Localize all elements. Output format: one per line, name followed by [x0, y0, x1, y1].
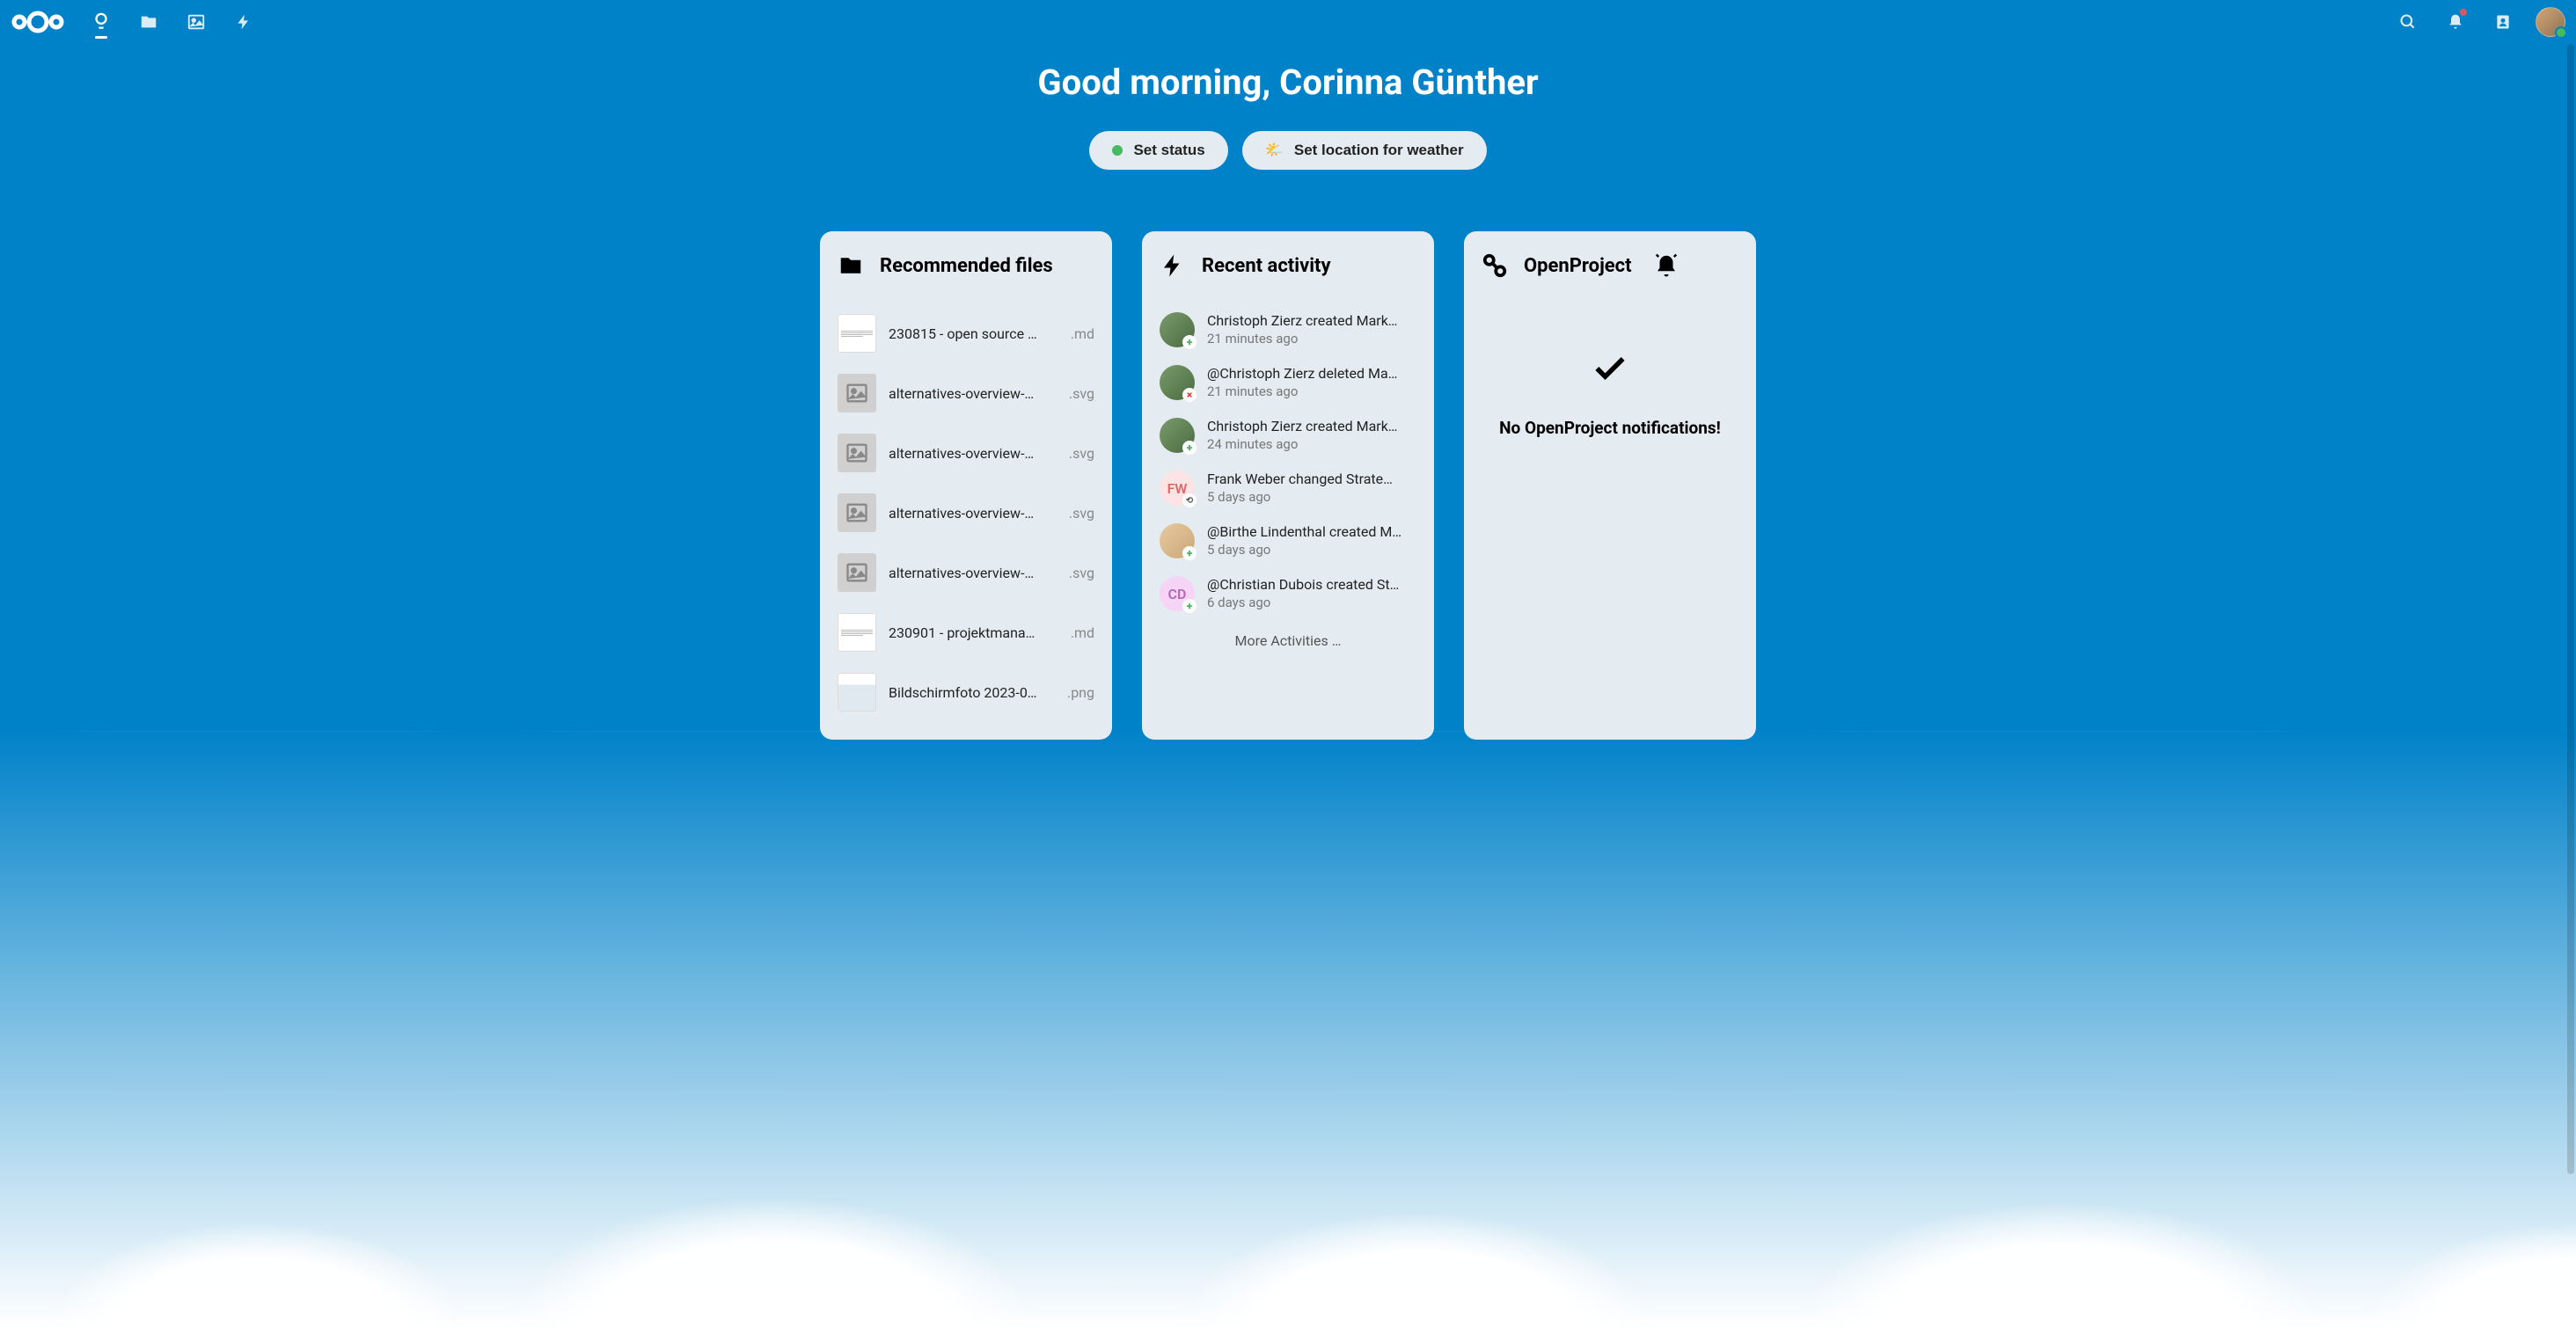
- activity-text: @Christoph Zierz deleted Ma…: [1207, 365, 1416, 382]
- file-ext: .png: [1067, 684, 1094, 701]
- dashboard: Good morning, Corinna Günther Set status…: [0, 44, 2576, 740]
- file-ext: .svg: [1069, 565, 1094, 581]
- bell-icon: [1653, 252, 1680, 279]
- doc-thumb-icon: [838, 613, 876, 652]
- file-name: alternatives-overview-…: [889, 505, 1057, 522]
- activity-icon[interactable]: [222, 0, 266, 44]
- openproject-card: OpenProject No OpenProject notifications…: [1464, 231, 1756, 740]
- activity-text: Christoph Zierz created Mark…: [1207, 312, 1416, 329]
- activity-text: @Christian Dubois created St…: [1207, 576, 1416, 593]
- activity-row[interactable]: + @Birthe Lindenthal created M… 5 days ago: [1160, 514, 1416, 567]
- greeting: Good morning, Corinna Günther: [0, 62, 2576, 103]
- files-icon[interactable]: [127, 0, 171, 44]
- activity-avatar-wrap: +: [1160, 418, 1195, 453]
- check-icon: [1591, 349, 1629, 388]
- recommended-files-card: Recommended files 230815 - open source ……: [820, 231, 1112, 740]
- file-row[interactable]: 230901 - projektmana… .md: [838, 602, 1094, 662]
- notification-badge: [2460, 9, 2467, 16]
- activity-time: 21 minutes ago: [1207, 383, 1416, 399]
- dashboard-icon[interactable]: [79, 0, 123, 44]
- image-thumb-icon: [838, 374, 876, 412]
- recent-activity-card: Recent activity + Christoph Zierz created…: [1142, 231, 1434, 740]
- activity-avatar-wrap: FW⟲: [1160, 471, 1195, 506]
- file-row[interactable]: Bildschirmfoto 2023-0… .png: [838, 662, 1094, 722]
- widgets: Recommended files 230815 - open source ……: [0, 231, 2576, 740]
- activity-text: Christoph Zierz created Mark…: [1207, 418, 1416, 434]
- weather-icon: 🌤️: [1265, 142, 1284, 159]
- file-ext: .md: [1071, 624, 1094, 641]
- file-name: alternatives-overview-…: [889, 445, 1057, 462]
- activity-row[interactable]: FW⟲ Frank Weber changed Strate… 5 days ago: [1160, 462, 1416, 514]
- activity-time: 21 minutes ago: [1207, 331, 1416, 347]
- activity-badge-add-icon: +: [1182, 599, 1197, 613]
- file-ext: .svg: [1069, 385, 1094, 402]
- image-thumb-icon: [838, 434, 876, 472]
- doc-thumb-icon: [838, 314, 876, 353]
- status-indicator-online: [2555, 26, 2567, 39]
- activity-row[interactable]: + Christoph Zierz created Mark… 21 minutes…: [1160, 303, 1416, 356]
- screenshot-thumb: [838, 673, 876, 711]
- activity-row[interactable]: + Christoph Zierz created Mark… 24 minutes…: [1160, 409, 1416, 462]
- openproject-empty-state: No OpenProject notifications!: [1482, 349, 1738, 438]
- set-weather-label: Set location for weather: [1294, 142, 1464, 159]
- contacts-icon[interactable]: [2481, 0, 2525, 44]
- activity-badge-add-icon: +: [1182, 546, 1197, 560]
- activity-time: 5 days ago: [1207, 489, 1416, 505]
- file-name: 230901 - projektmana…: [889, 624, 1058, 641]
- file-name: alternatives-overview-…: [889, 565, 1057, 581]
- more-activities-link[interactable]: More Activities …: [1160, 620, 1416, 653]
- activity-avatar-wrap: ×: [1160, 365, 1195, 400]
- activity-time: 24 minutes ago: [1207, 436, 1416, 452]
- openproject-title: OpenProject: [1524, 255, 1632, 277]
- activity-avatar-wrap: +: [1160, 523, 1195, 558]
- activity-badge-chg-icon: ⟲: [1182, 493, 1197, 507]
- file-name: Bildschirmfoto 2023-0…: [889, 684, 1055, 701]
- status-row: Set status 🌤️ Set location for weather: [0, 131, 2576, 170]
- activity-text: Frank Weber changed Strate…: [1207, 471, 1416, 487]
- activity-text: @Birthe Lindenthal created M…: [1207, 523, 1416, 540]
- search-icon[interactable]: [2386, 0, 2430, 44]
- status-dot-icon: [1112, 145, 1123, 156]
- image-thumb-icon: [838, 553, 876, 592]
- set-weather-button[interactable]: 🌤️ Set location for weather: [1242, 131, 1487, 170]
- user-menu[interactable]: [2536, 7, 2565, 37]
- recent-activity-title: Recent activity: [1202, 255, 1331, 277]
- topbar: [0, 0, 2576, 44]
- file-row[interactable]: alternatives-overview-… .svg: [838, 543, 1094, 602]
- recommended-files-title: Recommended files: [880, 255, 1053, 277]
- activity-badge-add-icon: +: [1182, 441, 1197, 455]
- file-ext: .svg: [1069, 445, 1094, 462]
- file-name: alternatives-overview-…: [889, 385, 1057, 402]
- activity-row[interactable]: CD+ @Christian Dubois created St… 6 days a…: [1160, 567, 1416, 620]
- file-row[interactable]: alternatives-overview-… .svg: [838, 423, 1094, 483]
- activity-avatar-wrap: +: [1160, 312, 1195, 347]
- file-name: 230815 - open source …: [889, 325, 1058, 342]
- file-ext: .md: [1071, 325, 1094, 342]
- lightning-icon: [1160, 252, 1186, 279]
- file-row[interactable]: alternatives-overview-… .svg: [838, 363, 1094, 423]
- photos-icon[interactable]: [174, 0, 218, 44]
- activity-avatar-wrap: CD+: [1160, 576, 1195, 611]
- activity-badge-add-icon: +: [1182, 335, 1197, 349]
- file-row[interactable]: alternatives-overview-… .svg: [838, 483, 1094, 543]
- folder-icon: [838, 252, 864, 279]
- file-ext: .svg: [1069, 505, 1094, 522]
- openproject-icon: [1482, 252, 1508, 279]
- notifications-icon[interactable]: [2433, 0, 2477, 44]
- nextcloud-logo[interactable]: [11, 9, 65, 35]
- openproject-empty-text: No OpenProject notifications!: [1482, 418, 1738, 438]
- activity-time: 6 days ago: [1207, 595, 1416, 610]
- image-thumb-icon: [838, 493, 876, 532]
- file-row[interactable]: 230815 - open source … .md: [838, 303, 1094, 363]
- activity-badge-del-icon: ×: [1182, 388, 1197, 402]
- set-status-button[interactable]: Set status: [1089, 131, 1227, 170]
- set-status-label: Set status: [1133, 142, 1204, 159]
- activity-time: 5 days ago: [1207, 542, 1416, 558]
- activity-row[interactable]: × @Christoph Zierz deleted Ma…21 minutes …: [1160, 356, 1416, 409]
